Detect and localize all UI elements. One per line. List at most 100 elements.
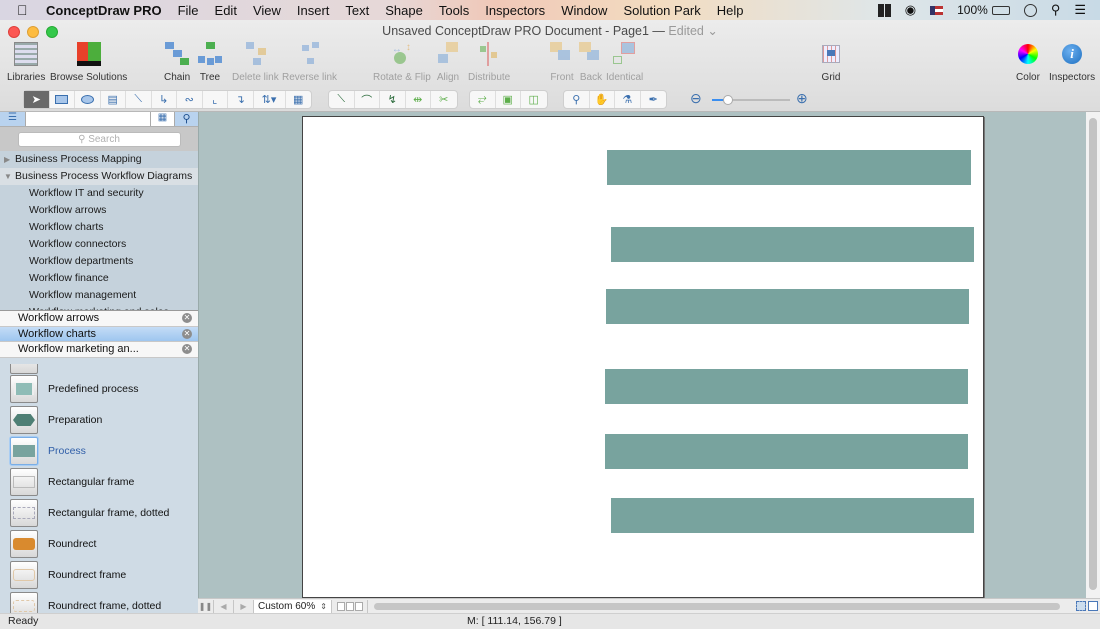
polyline-tool-icon[interactable]: ↯: [380, 91, 406, 108]
select-tool-icon[interactable]: ➤: [24, 91, 50, 108]
shape-item-roundrect-frame[interactable]: Roundrect frame: [10, 561, 126, 589]
scissors-tool-icon[interactable]: ✂: [431, 91, 457, 108]
shape-item-partial[interactable]: [10, 364, 38, 374]
vertical-scroll-thumb[interactable]: [1089, 118, 1097, 590]
process-shape[interactable]: [611, 498, 974, 533]
battery-icon[interactable]: [991, 5, 1010, 15]
direct-connector-icon[interactable]: ⟍: [126, 91, 152, 108]
wifi-icon[interactable]: ◉: [905, 2, 916, 18]
ungroup-select-icon[interactable]: ◫: [521, 91, 547, 108]
shape-item-roundrect-frame-dotted[interactable]: Roundrect frame, dotted: [10, 592, 161, 613]
tree-item-business-process-workflow-diagrams[interactable]: ▼ Business Process Workflow Diagrams: [0, 168, 198, 185]
rectangle-tool-icon[interactable]: [50, 91, 75, 108]
next-page-button[interactable]: ▶: [234, 599, 254, 613]
menu-tools[interactable]: Tools: [439, 3, 469, 18]
page-view-buttons[interactable]: [332, 599, 368, 613]
grid-view-icon[interactable]: ▦: [150, 112, 174, 126]
bezier-connector-icon[interactable]: ∾: [177, 91, 203, 108]
tree-subitem[interactable]: Workflow management: [0, 287, 198, 304]
actual-size-icon[interactable]: [1088, 601, 1098, 611]
tree-item-business-process-mapping[interactable]: ▶ Business Process Mapping: [0, 151, 198, 168]
canvas-area[interactable]: [198, 112, 1086, 598]
open-library-item[interactable]: Workflow charts ✕: [0, 326, 198, 342]
collapsed-triangle-icon[interactable]: ▶: [4, 151, 15, 168]
process-shape[interactable]: [607, 150, 971, 185]
app-switcher-icon[interactable]: [877, 3, 891, 17]
grid-button[interactable]: Grid: [819, 42, 843, 83]
notification-list-icon[interactable]: ☰: [1074, 2, 1086, 18]
back-button[interactable]: Back: [579, 42, 603, 83]
flag-icon[interactable]: [930, 5, 944, 15]
delete-link-button[interactable]: Delete link: [232, 42, 279, 83]
reverse-link-button[interactable]: Reverse link: [282, 42, 337, 83]
tree-button[interactable]: Tree: [198, 42, 222, 83]
zoom-out-icon[interactable]: ⊖: [690, 90, 702, 107]
menu-file[interactable]: File: [178, 3, 199, 18]
close-library-icon[interactable]: ✕: [182, 328, 192, 339]
expanded-triangle-icon[interactable]: ▼: [4, 168, 15, 185]
zoom-in-icon[interactable]: ⊕: [796, 90, 808, 107]
zoom-slider[interactable]: [712, 95, 790, 105]
shape-item-rectangular-frame[interactable]: Rectangular frame: [10, 468, 134, 496]
color-button[interactable]: Color: [1016, 42, 1040, 83]
zoom-select[interactable]: Custom 60% ⇕: [254, 599, 332, 613]
chain-button[interactable]: Chain: [164, 42, 190, 83]
edit-points-icon[interactable]: ⥂: [470, 91, 496, 108]
close-library-icon[interactable]: ✕: [182, 313, 192, 324]
search-toggle-icon[interactable]: ⚲: [174, 112, 198, 126]
clock-icon[interactable]: [1023, 3, 1037, 17]
edited-indicator[interactable]: Edited ⌄: [668, 24, 717, 38]
process-shape[interactable]: [605, 369, 968, 404]
arc-tool-icon[interactable]: ⌒: [355, 91, 380, 108]
inspectors-button[interactable]: i Inspectors: [1049, 42, 1095, 83]
process-shape[interactable]: [611, 227, 974, 262]
round-connector-icon[interactable]: ↴: [228, 91, 254, 108]
menu-inspectors[interactable]: Inspectors: [485, 3, 545, 18]
menu-text[interactable]: Text: [345, 3, 369, 18]
shape-item-process[interactable]: Process: [10, 437, 86, 465]
hand-tool-icon[interactable]: ✋: [590, 91, 615, 108]
eyedropper-tool-icon[interactable]: ✒: [641, 91, 667, 108]
group-select-icon[interactable]: ▣: [496, 91, 521, 108]
open-library-item[interactable]: Workflow marketing an... ✕: [0, 342, 198, 358]
apple-icon[interactable]: : [17, 2, 33, 18]
tree-subitem[interactable]: Workflow finance: [0, 270, 198, 287]
tree-view-toggle-icon[interactable]: ☰: [0, 112, 26, 126]
libraries-button[interactable]: Libraries: [7, 42, 45, 83]
identical-button[interactable]: Identical: [606, 42, 643, 83]
menu-window[interactable]: Window: [561, 3, 607, 18]
open-library-item[interactable]: Workflow arrows ✕: [0, 311, 198, 327]
menu-app-name[interactable]: ConceptDraw PRO: [46, 3, 162, 18]
align-button[interactable]: Align: [436, 42, 460, 83]
vertical-scrollbar[interactable]: [1086, 112, 1100, 598]
tree-subitem[interactable]: Workflow IT and security: [0, 185, 198, 202]
shape-item-predefined-process[interactable]: Predefined process: [10, 375, 138, 403]
tree-subitem[interactable]: Workflow charts: [0, 219, 198, 236]
previous-page-button[interactable]: ◀: [214, 599, 234, 613]
ellipse-tool-icon[interactable]: [75, 91, 101, 108]
chain-connector-icon[interactable]: ⇅▾: [254, 91, 286, 108]
zoom-slider-knob[interactable]: [723, 95, 733, 105]
menu-help[interactable]: Help: [717, 3, 744, 18]
browse-solutions-button[interactable]: Browse Solutions: [50, 42, 127, 83]
close-library-icon[interactable]: ✕: [182, 344, 192, 355]
fit-page-icon[interactable]: [1076, 601, 1086, 611]
pause-icon[interactable]: ❚❚: [198, 599, 214, 613]
horizontal-scrollbar[interactable]: [374, 602, 1060, 610]
rotate-flip-button[interactable]: ↔ ↕ Rotate & Flip: [373, 42, 431, 83]
line-tool-icon[interactable]: ⟍: [329, 91, 355, 108]
shape-item-roundrect[interactable]: Roundrect: [10, 530, 96, 558]
tree-subitem[interactable]: Workflow marketing and sales: [0, 304, 198, 310]
front-button[interactable]: Front: [550, 42, 574, 83]
library-name-field[interactable]: [26, 112, 150, 126]
connection-point-icon[interactable]: ▦: [286, 91, 312, 108]
tree-subitem[interactable]: Workflow connectors: [0, 236, 198, 253]
drawing-page[interactable]: [302, 116, 984, 598]
menu-view[interactable]: View: [253, 3, 281, 18]
spotlight-search-icon[interactable]: ⚲: [1051, 2, 1061, 18]
tree-subitem[interactable]: Workflow departments: [0, 253, 198, 270]
library-search-input[interactable]: ⚲ Search: [17, 131, 181, 147]
tree-subitem[interactable]: Workflow arrows: [0, 202, 198, 219]
arc-connector-icon[interactable]: ↳: [152, 91, 177, 108]
process-shape[interactable]: [606, 289, 969, 324]
